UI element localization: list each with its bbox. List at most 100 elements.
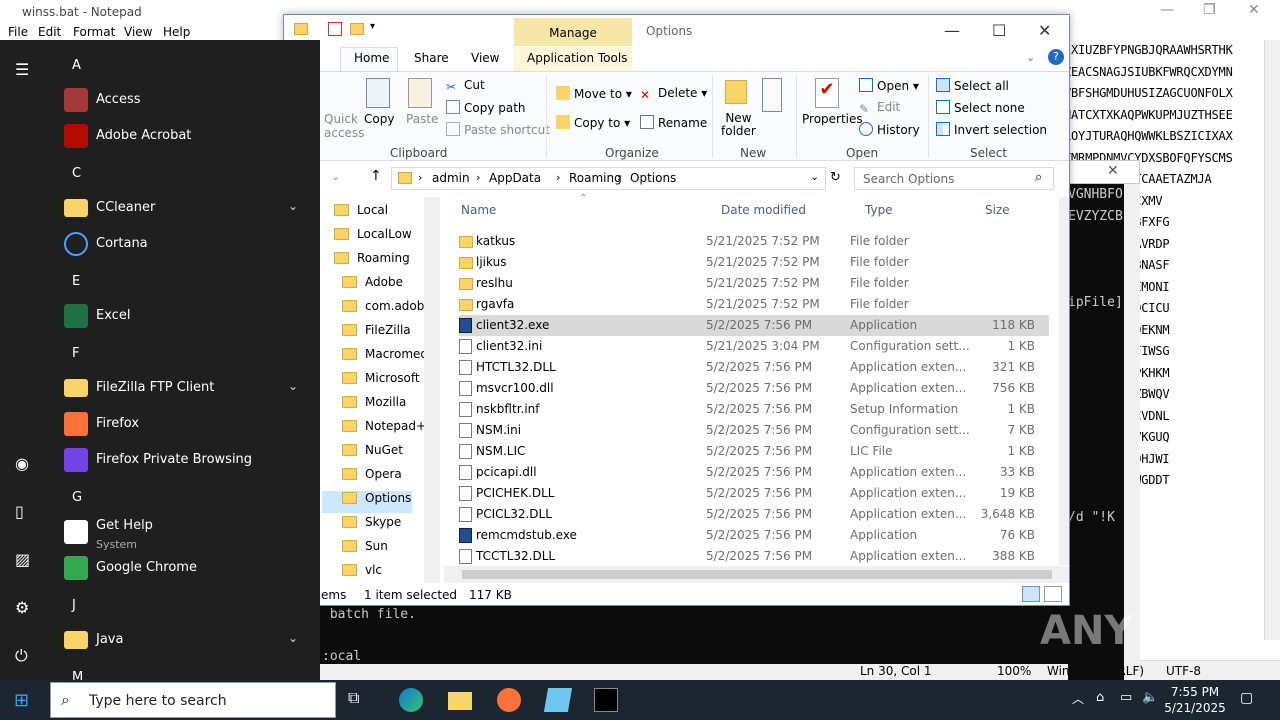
nav-item-notepad-[interactable]: Notepad++ (342, 419, 436, 441)
power-icon[interactable]: ⏻ (15, 646, 28, 666)
close-icon[interactable]: ✕ (1107, 163, 1119, 179)
close-icon[interactable]: ✕ (1248, 2, 1260, 18)
column-type[interactable]: Type (865, 203, 893, 217)
history-button[interactable]: History (859, 122, 920, 137)
network-icon[interactable]: ⌂ (1096, 690, 1104, 705)
move-to-button[interactable]: Move to ▾ (556, 86, 632, 101)
cmd-scrollbar[interactable] (1124, 184, 1140, 664)
start-item-firefox-private-browsing[interactable]: Firefox Private Browsing (62, 442, 312, 478)
refresh-icon[interactable]: ↻ (830, 170, 841, 185)
close-icon[interactable]: ✕ (1038, 21, 1051, 40)
start-item-google-chrome[interactable]: Google Chrome (62, 550, 312, 586)
nav-item-mozilla[interactable]: Mozilla (342, 395, 406, 417)
menu-view[interactable]: View (124, 25, 152, 39)
start-item-java[interactable]: Java ⌄ (62, 622, 312, 658)
tab-application-tools[interactable]: Application Tools (527, 51, 627, 65)
section-letter[interactable]: A (72, 58, 81, 73)
clock[interactable]: 7:55 PM 5/21/2025 (1164, 684, 1226, 716)
start-item-filezilla-ftp-client[interactable]: FileZilla FTP Client ⌄ (62, 370, 312, 406)
windows-start-icon[interactable]: ⊞ (14, 690, 29, 711)
properties-button[interactable]: Properties (802, 112, 863, 126)
volume-icon[interactable]: 🔈 (1142, 690, 1158, 705)
column-name[interactable]: Name (461, 203, 496, 217)
search-icon[interactable]: ⌕ (1035, 170, 1042, 185)
file-row[interactable]: PCICL32.DLL 5/2/2025 7:56 PM Application e… (459, 504, 1049, 525)
nav-item-skype[interactable]: Skype (342, 515, 401, 537)
chevron-down-icon[interactable]: ⌄ (288, 199, 298, 213)
file-row[interactable]: client32.ini 5/21/2025 3:04 PM Configurati… (459, 336, 1049, 357)
file-explorer-icon[interactable] (448, 692, 472, 710)
file-row[interactable]: ljikus 5/21/2025 7:52 PM File folder (459, 252, 1049, 273)
notifications-icon[interactable]: ▢ (1240, 690, 1253, 706)
list-scrollbar[interactable] (1059, 197, 1069, 565)
maximize-icon[interactable]: ☐ (992, 21, 1006, 40)
menu-edit[interactable]: Edit (38, 25, 61, 39)
menu-help[interactable]: Help (163, 25, 190, 39)
taskbar-search-input[interactable]: ⌕ Type here to search (50, 682, 336, 718)
breadcrumb-options[interactable]: Options (630, 171, 676, 185)
minimize-icon[interactable]: — (944, 21, 960, 40)
task-view-icon[interactable]: ⧉ (348, 688, 372, 712)
copy-to-button[interactable]: Copy to ▾ (556, 115, 630, 130)
horizontal-scrollbar[interactable] (444, 566, 1069, 583)
address-bar[interactable]: › admin › AppData › Roaming › Options ⌄ (391, 167, 826, 190)
section-letter[interactable]: C (72, 166, 81, 181)
column-date-modified[interactable]: Date modified (721, 203, 806, 217)
restore-icon[interactable]: ❐ (1203, 2, 1216, 18)
chevron-down-icon[interactable]: ▾ (370, 21, 375, 32)
nav-item-vlc[interactable]: vlc (342, 563, 382, 583)
nav-item-options[interactable]: Options (322, 491, 412, 513)
nav-item-nuget[interactable]: NuGet (342, 443, 403, 465)
section-letter[interactable]: J (72, 598, 76, 613)
monitor-icon[interactable]: ▭ (1120, 690, 1132, 705)
nav-scrollbar[interactable] (424, 197, 440, 583)
edge-icon[interactable] (399, 688, 423, 712)
up-arrow-icon[interactable]: ↑ (370, 168, 382, 184)
nav-item-locallow[interactable]: LocalLow (334, 227, 412, 249)
edit-button[interactable]: ✎ Edit (859, 100, 900, 116)
paste-button[interactable]: Paste (406, 112, 438, 126)
invert-selection-button[interactable]: Invert selection (936, 122, 1047, 137)
select-none-button[interactable]: Select none (936, 100, 1025, 115)
firefox-icon[interactable] (497, 688, 521, 712)
file-row[interactable]: HTCTL32.DLL 5/2/2025 7:56 PM Application e… (459, 357, 1049, 378)
large-icons-view-icon[interactable] (1044, 586, 1062, 602)
nav-item-macromedi[interactable]: Macromedi (342, 347, 431, 369)
file-row[interactable]: NSM.ini 5/2/2025 7:56 PM Configuration set… (459, 420, 1049, 441)
start-item-firefox[interactable]: Firefox (62, 406, 312, 442)
nav-item-roaming[interactable]: Roaming (334, 251, 410, 273)
file-row[interactable]: rgavfa 5/21/2025 7:52 PM File folder (459, 294, 1049, 315)
details-view-icon[interactable] (1022, 586, 1040, 602)
new-folder-button[interactable]: New folder (721, 112, 756, 138)
quick-access-button[interactable]: Quick access (324, 112, 364, 140)
open-button[interactable]: Open ▾ (859, 78, 919, 93)
pictures-icon[interactable]: ▨ (15, 550, 30, 569)
file-row[interactable]: pcicapi.dll 5/2/2025 7:56 PM Application e… (459, 462, 1049, 483)
breadcrumb-admin[interactable]: admin (432, 171, 470, 185)
file-row[interactable]: TCCTL32.DLL 5/2/2025 7:56 PM Application e… (459, 546, 1049, 567)
file-row[interactable]: reslhu 5/21/2025 7:52 PM File folder (459, 273, 1049, 294)
section-letter[interactable]: F (72, 346, 79, 361)
breadcrumb-appdata[interactable]: AppData (489, 171, 541, 185)
nav-item-filezilla[interactable]: FileZilla (342, 323, 411, 345)
column-size[interactable]: Size (985, 203, 1010, 217)
properties-quick-icon[interactable] (328, 22, 342, 36)
menu-file[interactable]: File (8, 25, 28, 39)
recent-dropdown-icon[interactable]: ⌄ (331, 170, 340, 183)
help-icon[interactable]: ? (1048, 49, 1064, 65)
file-row[interactable]: PCICHEK.DLL 5/2/2025 7:56 PM Application e… (459, 483, 1049, 504)
file-row[interactable]: katkus 5/21/2025 7:52 PM File folder (459, 231, 1049, 252)
section-letter[interactable]: E (72, 274, 80, 289)
notepad-icon[interactable] (543, 688, 573, 712)
section-letter[interactable]: G (72, 490, 82, 505)
copy-path-button[interactable]: Copy path (446, 100, 526, 115)
hamburger-menu-icon[interactable]: ☰ (15, 60, 29, 79)
search-input[interactable]: Search Options ⌕ (854, 167, 1054, 190)
tab-manage[interactable]: Manage (514, 18, 632, 46)
start-item-cortana[interactable]: Cortana (62, 226, 312, 262)
file-row[interactable]: remcmdstub.exe 5/2/2025 7:56 PM Applicatio… (459, 525, 1049, 546)
file-row[interactable]: msvcr100.dll 5/2/2025 7:56 PM Application … (459, 378, 1049, 399)
start-item-access[interactable]: Access (62, 82, 312, 118)
nav-item-local[interactable]: Local (334, 203, 388, 225)
nav-item-microsoft[interactable]: Microsoft (342, 371, 420, 393)
